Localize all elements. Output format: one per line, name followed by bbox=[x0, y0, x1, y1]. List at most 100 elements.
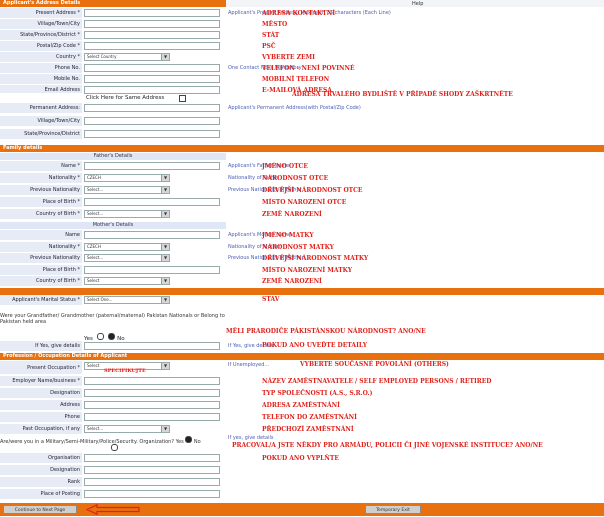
continue-button[interactable]: Continue to Next Page bbox=[3, 505, 77, 514]
field-select[interactable]: CZECH ▼ bbox=[84, 174, 170, 182]
form-row: Designation bbox=[0, 465, 226, 476]
pakistan-note: MĚLI PRARODIČE PÁKISTÁNSKOU NÁRODNOST? A… bbox=[226, 328, 426, 335]
field-note: STÁT bbox=[262, 32, 280, 39]
field-input[interactable] bbox=[84, 413, 220, 421]
military-yes-label: Yes bbox=[175, 439, 184, 445]
field-note: NÁRODNOST MATKY bbox=[262, 243, 334, 251]
field-label: Past Occupation, if any bbox=[0, 424, 82, 435]
form-row: Country * Select Country ▼ bbox=[0, 52, 226, 63]
field-label: Phone No. bbox=[0, 63, 82, 74]
help-title: Help bbox=[412, 1, 424, 7]
field-select[interactable]: Select... ▼ bbox=[84, 254, 170, 262]
form-row: Employer Name/business * bbox=[0, 376, 226, 387]
form-row: Rank bbox=[0, 477, 226, 488]
form-row: State/Province/District * bbox=[0, 30, 226, 41]
field-label: Present Address * bbox=[0, 8, 82, 19]
field-label: Country * bbox=[0, 52, 82, 63]
field-note: NÁZEV ZAMĚSTNAVATELE / SELF EMPLOYED PER… bbox=[262, 378, 492, 385]
pakistan-details-input[interactable] bbox=[84, 342, 220, 350]
field-input[interactable] bbox=[84, 20, 220, 28]
field-label: Mobile No. bbox=[0, 74, 82, 85]
select-value: Select... bbox=[87, 255, 104, 260]
field-note: PŘEDCHOZÍ ZAMĚSTNÁNÍ bbox=[262, 426, 354, 433]
present-occupation-note: VYBERTE SOUČASNÉ POVOLÁNÍ (OTHERS) bbox=[300, 361, 449, 368]
field-input[interactable] bbox=[84, 75, 220, 83]
field-note: POKUD ANO VYPLŇTE bbox=[262, 455, 339, 462]
military-no-radio[interactable] bbox=[111, 444, 118, 451]
military-note: PRACOVAL/A JSTE NĚKDY PRO ARMÁDU, POLICI… bbox=[232, 442, 543, 449]
field-input[interactable] bbox=[84, 104, 220, 112]
present-occupation-value: Select bbox=[87, 363, 100, 368]
military-question: Are/were you in a Military/Semi-Military… bbox=[0, 439, 175, 445]
form-row: Village/Town/City bbox=[0, 19, 226, 30]
field-input[interactable] bbox=[84, 198, 220, 206]
military-no-label: No bbox=[193, 439, 201, 445]
form-row: Name bbox=[0, 230, 226, 241]
field-input[interactable] bbox=[84, 490, 220, 498]
field-select[interactable]: Select Country ▼ bbox=[84, 53, 170, 61]
form-row: State/Province/District bbox=[0, 129, 226, 140]
field-note: ZEMĚ NAROZENÍ bbox=[262, 278, 322, 285]
chevron-down-icon: ▼ bbox=[161, 426, 169, 432]
chevron-down-icon: ▼ bbox=[161, 363, 169, 369]
field-input[interactable] bbox=[84, 454, 220, 462]
field-label: Phone bbox=[0, 412, 82, 423]
field-select[interactable]: Select... ▼ bbox=[84, 425, 170, 433]
field-select[interactable]: Select... ▼ bbox=[84, 186, 170, 194]
field-input[interactable] bbox=[84, 265, 220, 274]
field-label: Place of Posting bbox=[0, 489, 82, 500]
field-label: Designation bbox=[0, 465, 82, 476]
field-input[interactable] bbox=[84, 231, 220, 239]
marital-value: Select One... bbox=[87, 297, 113, 302]
form-row: Permanent Address: bbox=[0, 103, 226, 114]
select-value: Select... bbox=[87, 187, 104, 192]
field-select[interactable]: Select... ▼ bbox=[84, 210, 170, 218]
form-row: Organisation bbox=[0, 453, 226, 464]
field-label: Place of Birth * bbox=[0, 197, 82, 208]
field-select[interactable]: Select ▼ bbox=[84, 277, 170, 285]
select-value: CZECH bbox=[87, 175, 101, 180]
form-row: Previous Nationality Select... ▼ bbox=[0, 253, 226, 264]
field-select[interactable]: CZECH ▼ bbox=[84, 242, 170, 251]
form-row: Mobile No. bbox=[0, 74, 226, 85]
field-input[interactable] bbox=[84, 64, 220, 72]
field-input[interactable] bbox=[84, 130, 220, 138]
pakistan-no-radio[interactable] bbox=[108, 333, 116, 340]
field-input[interactable] bbox=[84, 466, 220, 474]
form-row: Country of Birth * Select... ▼ bbox=[0, 209, 226, 220]
field-help: Applicant's Permanent Address(with Posta… bbox=[228, 105, 361, 111]
form-row: Country of Birth * Select ▼ bbox=[0, 276, 226, 287]
marital-row: Applicant's Marital Status * Select One.… bbox=[0, 295, 226, 306]
field-note: ADRESA KONTAKTNÍ bbox=[262, 10, 336, 17]
field-input[interactable] bbox=[84, 389, 220, 397]
marital-note: STAV bbox=[262, 296, 280, 303]
field-input[interactable] bbox=[84, 42, 220, 50]
help-header: Help bbox=[226, 0, 604, 7]
same-address-text: Click Here for Same Address bbox=[86, 95, 165, 101]
field-note: MÍSTO NAROZENÍ MATKY bbox=[262, 266, 353, 274]
field-input[interactable] bbox=[84, 162, 220, 170]
field-input[interactable] bbox=[84, 117, 220, 125]
form-row: Nationality * CZECH ▼ bbox=[0, 173, 226, 184]
same-address-checkbox[interactable] bbox=[179, 95, 186, 102]
field-input[interactable] bbox=[84, 478, 220, 486]
military-help: If yes, give details bbox=[228, 435, 274, 441]
marital-label: Applicant's Marital Status * bbox=[0, 295, 82, 306]
field-note: VYBERTE ZEMI bbox=[262, 54, 315, 61]
field-input[interactable] bbox=[84, 401, 220, 409]
form-row: Past Occupation, if any Select... ▼ bbox=[0, 424, 226, 435]
marital-select[interactable]: Select One... ▼ bbox=[84, 296, 170, 304]
pakistan-details-row: If Yes, give details bbox=[0, 341, 226, 352]
field-input[interactable] bbox=[84, 31, 220, 39]
pakistan-yes-radio[interactable] bbox=[96, 333, 104, 340]
form-row: Previous Nationality Select... ▼ bbox=[0, 185, 226, 196]
field-input[interactable] bbox=[84, 9, 220, 17]
arrow-left-icon bbox=[85, 503, 141, 516]
select-value: Select... bbox=[87, 211, 104, 216]
temporary-exit-button[interactable]: Temporary Exit bbox=[365, 505, 421, 514]
field-note: JMÉNO OTCE bbox=[262, 163, 308, 170]
specify-note: SPECIFIKUJTE bbox=[104, 368, 146, 374]
chevron-down-icon: ▼ bbox=[161, 211, 169, 217]
military-yes-radio[interactable] bbox=[185, 436, 193, 443]
field-input[interactable] bbox=[84, 377, 220, 385]
